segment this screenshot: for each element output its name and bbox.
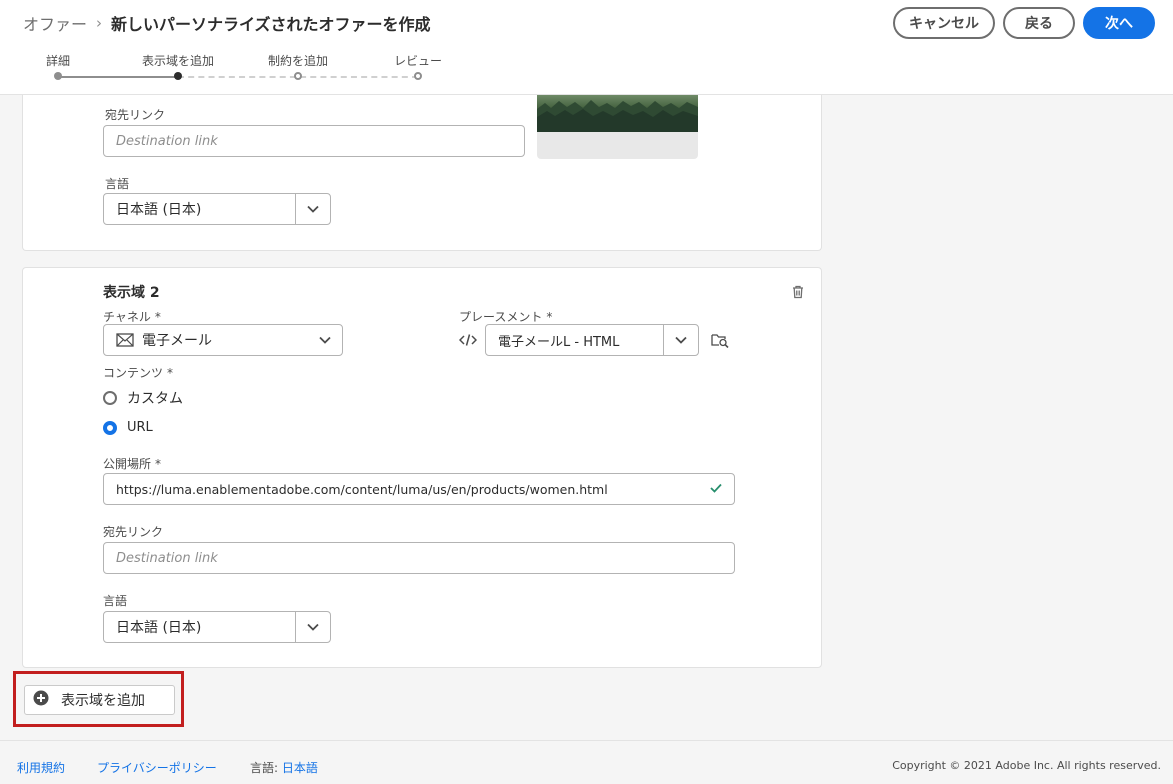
breadcrumb: オファー › 新しいパーソナライズされたオファーを作成 bbox=[23, 12, 431, 34]
next-button[interactable]: 次へ bbox=[1083, 7, 1155, 39]
step-label-details: 詳細 bbox=[45, 54, 71, 68]
language-value: 日本語 (日本) bbox=[116, 620, 202, 636]
chevron-down-icon[interactable] bbox=[295, 612, 330, 642]
image-preview bbox=[537, 95, 698, 159]
code-icon bbox=[458, 332, 478, 351]
folder-search-icon[interactable] bbox=[711, 332, 729, 352]
language-value: 日本語 (日本) bbox=[116, 202, 202, 218]
cancel-button[interactable]: キャンセル bbox=[893, 7, 995, 39]
placement-picker[interactable]: 電子メールL - HTML bbox=[485, 324, 699, 356]
page-header: オファー › 新しいパーソナライズされたオファーを作成 キャンセル 戻る 次へ … bbox=[0, 0, 1173, 95]
chevron-right-icon: › bbox=[96, 14, 103, 32]
placement-label: プレースメント * bbox=[459, 310, 553, 324]
channel-value: 電子メール bbox=[142, 333, 212, 349]
destination-link-field[interactable] bbox=[103, 125, 525, 157]
forest-image bbox=[537, 95, 698, 132]
footer-language: 言語: 日本語 bbox=[250, 759, 318, 776]
language-picker[interactable]: 日本語 (日本) bbox=[103, 611, 331, 643]
add-representation-label: 表示域を追加 bbox=[61, 693, 145, 709]
step-label-add-constraints: 制約を追加 bbox=[267, 54, 329, 68]
radio-url[interactable]: URL bbox=[103, 420, 153, 435]
public-location-label: 公開場所 * bbox=[103, 457, 162, 471]
radio-custom[interactable]: カスタム bbox=[103, 388, 183, 408]
radio-custom-label: カスタム bbox=[127, 391, 183, 407]
stepper-line-complete bbox=[58, 76, 178, 78]
checkmark-icon bbox=[710, 482, 722, 497]
chevron-down-icon[interactable] bbox=[663, 325, 698, 355]
page-footer: 利用規約 プライバシーポリシー 言語: 日本語 Copyright © 2021… bbox=[0, 740, 1173, 784]
language-picker[interactable]: 日本語 (日本) bbox=[103, 193, 331, 225]
step-dot-add-representations[interactable] bbox=[174, 72, 182, 80]
destination-link-input[interactable] bbox=[116, 550, 722, 566]
add-representation-button[interactable]: 表示域を追加 bbox=[24, 685, 175, 715]
step-label-review: レビュー bbox=[393, 54, 443, 68]
footer-language-link[interactable]: 日本語 bbox=[282, 761, 318, 775]
breadcrumb-offers-link[interactable]: オファー bbox=[23, 11, 87, 35]
representation-1-card: 宛先リンク 言語 日本語 (日本) bbox=[22, 95, 822, 251]
destination-link-field[interactable] bbox=[103, 542, 735, 574]
step-label-add-representations: 表示域を追加 bbox=[141, 54, 215, 68]
channel-picker[interactable]: 電子メール bbox=[103, 324, 343, 356]
step-dot-details[interactable] bbox=[54, 72, 62, 80]
radio-url-circle[interactable] bbox=[103, 420, 117, 435]
destination-link-label: 宛先リンク bbox=[105, 108, 166, 122]
terms-link[interactable]: 利用規約 bbox=[17, 759, 65, 776]
radio-url-label: URL bbox=[127, 420, 153, 435]
footer-language-label: 言語: bbox=[250, 761, 279, 775]
public-location-field[interactable]: https://luma.enablementadobe.com/content… bbox=[103, 473, 735, 505]
language-label: 言語 bbox=[103, 594, 128, 608]
privacy-link[interactable]: プライバシーポリシー bbox=[97, 759, 217, 776]
email-icon bbox=[116, 333, 134, 347]
channel-label: チャネル * bbox=[103, 310, 161, 324]
back-button[interactable]: 戻る bbox=[1003, 7, 1075, 39]
language-label: 言語 bbox=[105, 177, 130, 191]
page-title: 新しいパーソナライズされたオファーを作成 bbox=[111, 15, 431, 34]
destination-link-input[interactable] bbox=[116, 133, 512, 149]
chevron-down-icon[interactable] bbox=[295, 194, 330, 224]
add-representation-highlight: 表示域を追加 bbox=[13, 671, 184, 727]
stepper: 詳細 表示域を追加 制約を追加 レビュー bbox=[0, 50, 460, 90]
step-dot-review[interactable] bbox=[414, 72, 422, 80]
radio-custom-circle[interactable] bbox=[103, 391, 117, 405]
trash-icon[interactable] bbox=[791, 284, 805, 299]
add-circle-icon bbox=[33, 690, 49, 710]
representation-2-title: 表示域 2 bbox=[103, 285, 160, 301]
public-location-value[interactable]: https://luma.enablementadobe.com/content… bbox=[116, 482, 608, 497]
chevron-down-icon[interactable] bbox=[307, 325, 342, 355]
step-dot-add-constraints[interactable] bbox=[294, 72, 302, 80]
content-label: コンテンツ * bbox=[103, 366, 174, 380]
representation-2-card: 表示域 2 チャネル * 電子メール プレースメント * 電子メールL - HTML… bbox=[22, 267, 822, 668]
copyright-text: Copyright © 2021 Adobe Inc. All rights r… bbox=[892, 759, 1161, 772]
destination-link-label: 宛先リンク bbox=[103, 525, 164, 539]
placement-value: 電子メールL - HTML bbox=[498, 334, 620, 350]
